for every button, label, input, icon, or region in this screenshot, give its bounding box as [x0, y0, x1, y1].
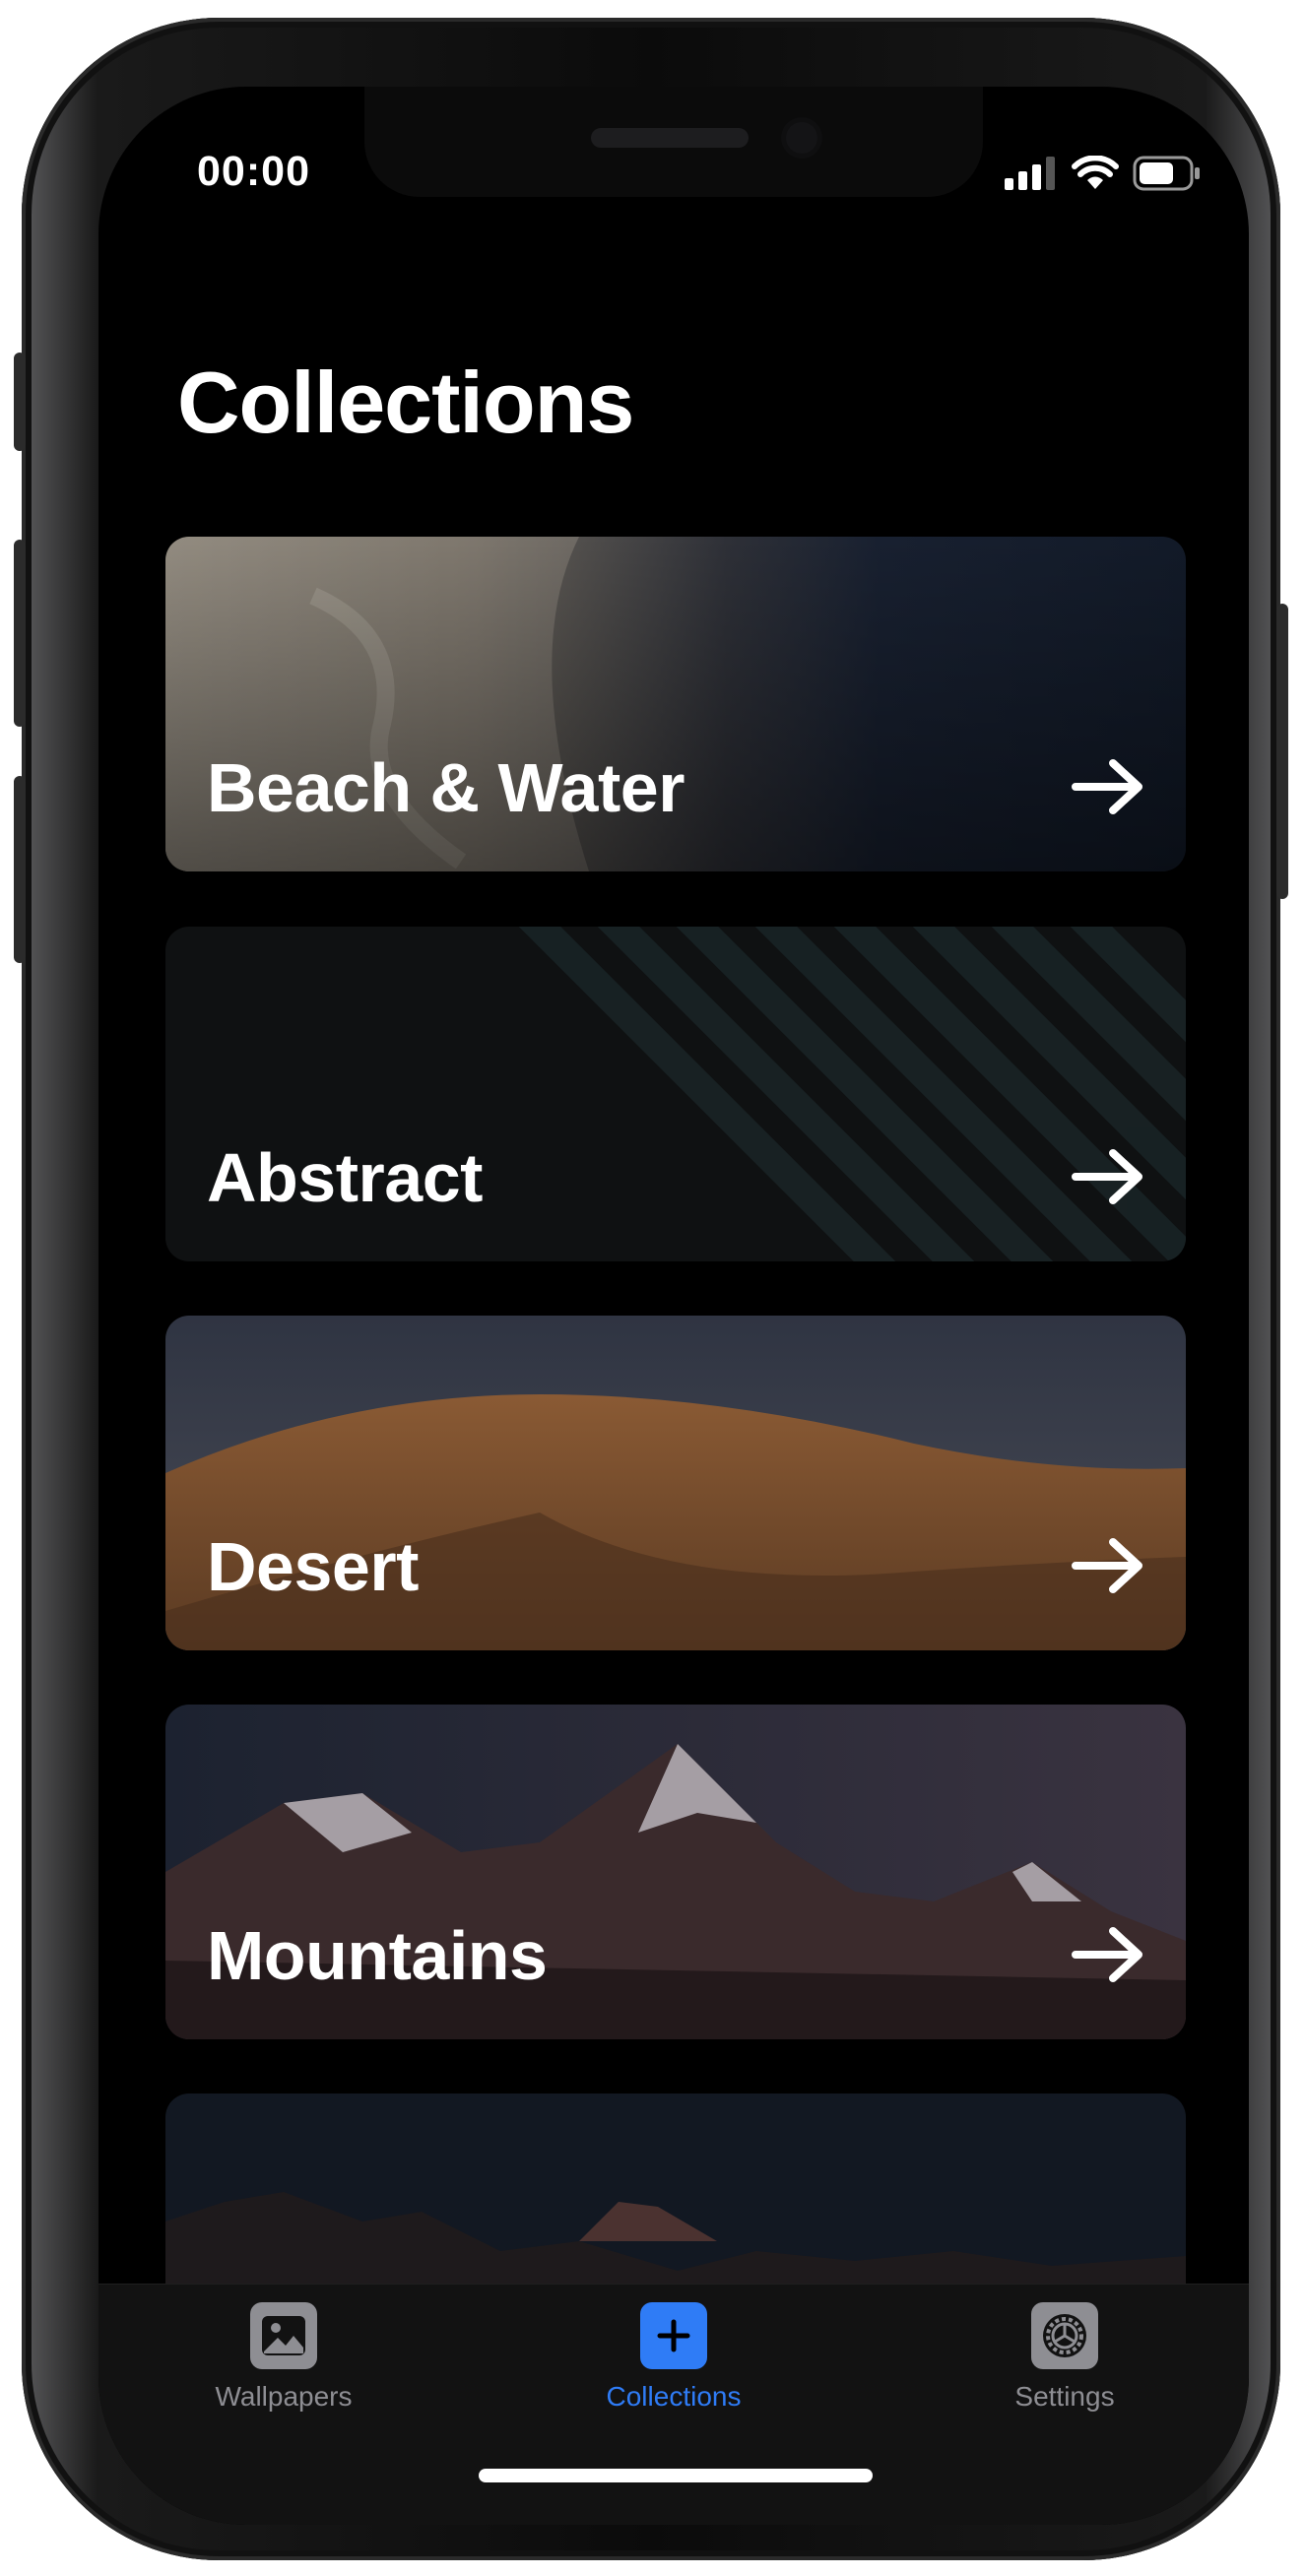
mute-switch: [14, 353, 26, 451]
notch: [364, 87, 983, 197]
wifi-icon: [1072, 156, 1119, 189]
status-time: 00:00: [197, 148, 310, 195]
arrow-right-icon: [1072, 1538, 1142, 1593]
collection-title: Mountains: [207, 1917, 548, 1994]
arrow-right-icon: [1072, 1927, 1142, 1982]
page-title: Collections: [177, 354, 634, 451]
volume-down-button: [14, 776, 26, 963]
home-indicator[interactable]: [479, 2469, 873, 2482]
tab-settings[interactable]: Settings: [937, 2302, 1193, 2413]
tab-label: Wallpapers: [215, 2381, 353, 2412]
collection-card-abstract[interactable]: Abstract: [165, 927, 1186, 1261]
tab-wallpapers[interactable]: Wallpapers: [156, 2302, 412, 2413]
tab-label: Collections: [606, 2381, 742, 2412]
battery-icon: [1133, 156, 1200, 191]
collection-title: Beach & Water: [207, 749, 685, 826]
collection-card-mountains[interactable]: Mountains: [165, 1705, 1186, 2039]
volume-up-button: [14, 540, 26, 727]
collection-title: Desert: [207, 1528, 419, 1605]
plus-icon: [640, 2302, 707, 2369]
arrow-right-icon: [1072, 1149, 1142, 1204]
gear-icon: [1031, 2302, 1098, 2369]
status-icons: [1005, 154, 1202, 193]
cellular-signal-icon: [1005, 157, 1055, 190]
image-icon: [250, 2302, 317, 2369]
app-screen: 00:00 Collections Beach & Water Abstract…: [98, 87, 1249, 2525]
power-button: [1276, 604, 1288, 899]
tab-label: Settings: [1014, 2381, 1115, 2412]
tab-collections[interactable]: Collections: [546, 2302, 802, 2413]
collection-card-beach-water[interactable]: Beach & Water: [165, 537, 1186, 871]
collection-card-desert[interactable]: Desert: [165, 1316, 1186, 1650]
front-camera: [786, 122, 817, 154]
collection-title: Abstract: [207, 1139, 483, 1216]
tab-bar: Wallpapers Collections Settings: [98, 2284, 1249, 2525]
phone-frame: 00:00 Collections Beach & Water Abstract…: [14, 18, 1288, 2560]
arrow-right-icon: [1072, 759, 1142, 814]
speaker-grille: [591, 128, 749, 148]
